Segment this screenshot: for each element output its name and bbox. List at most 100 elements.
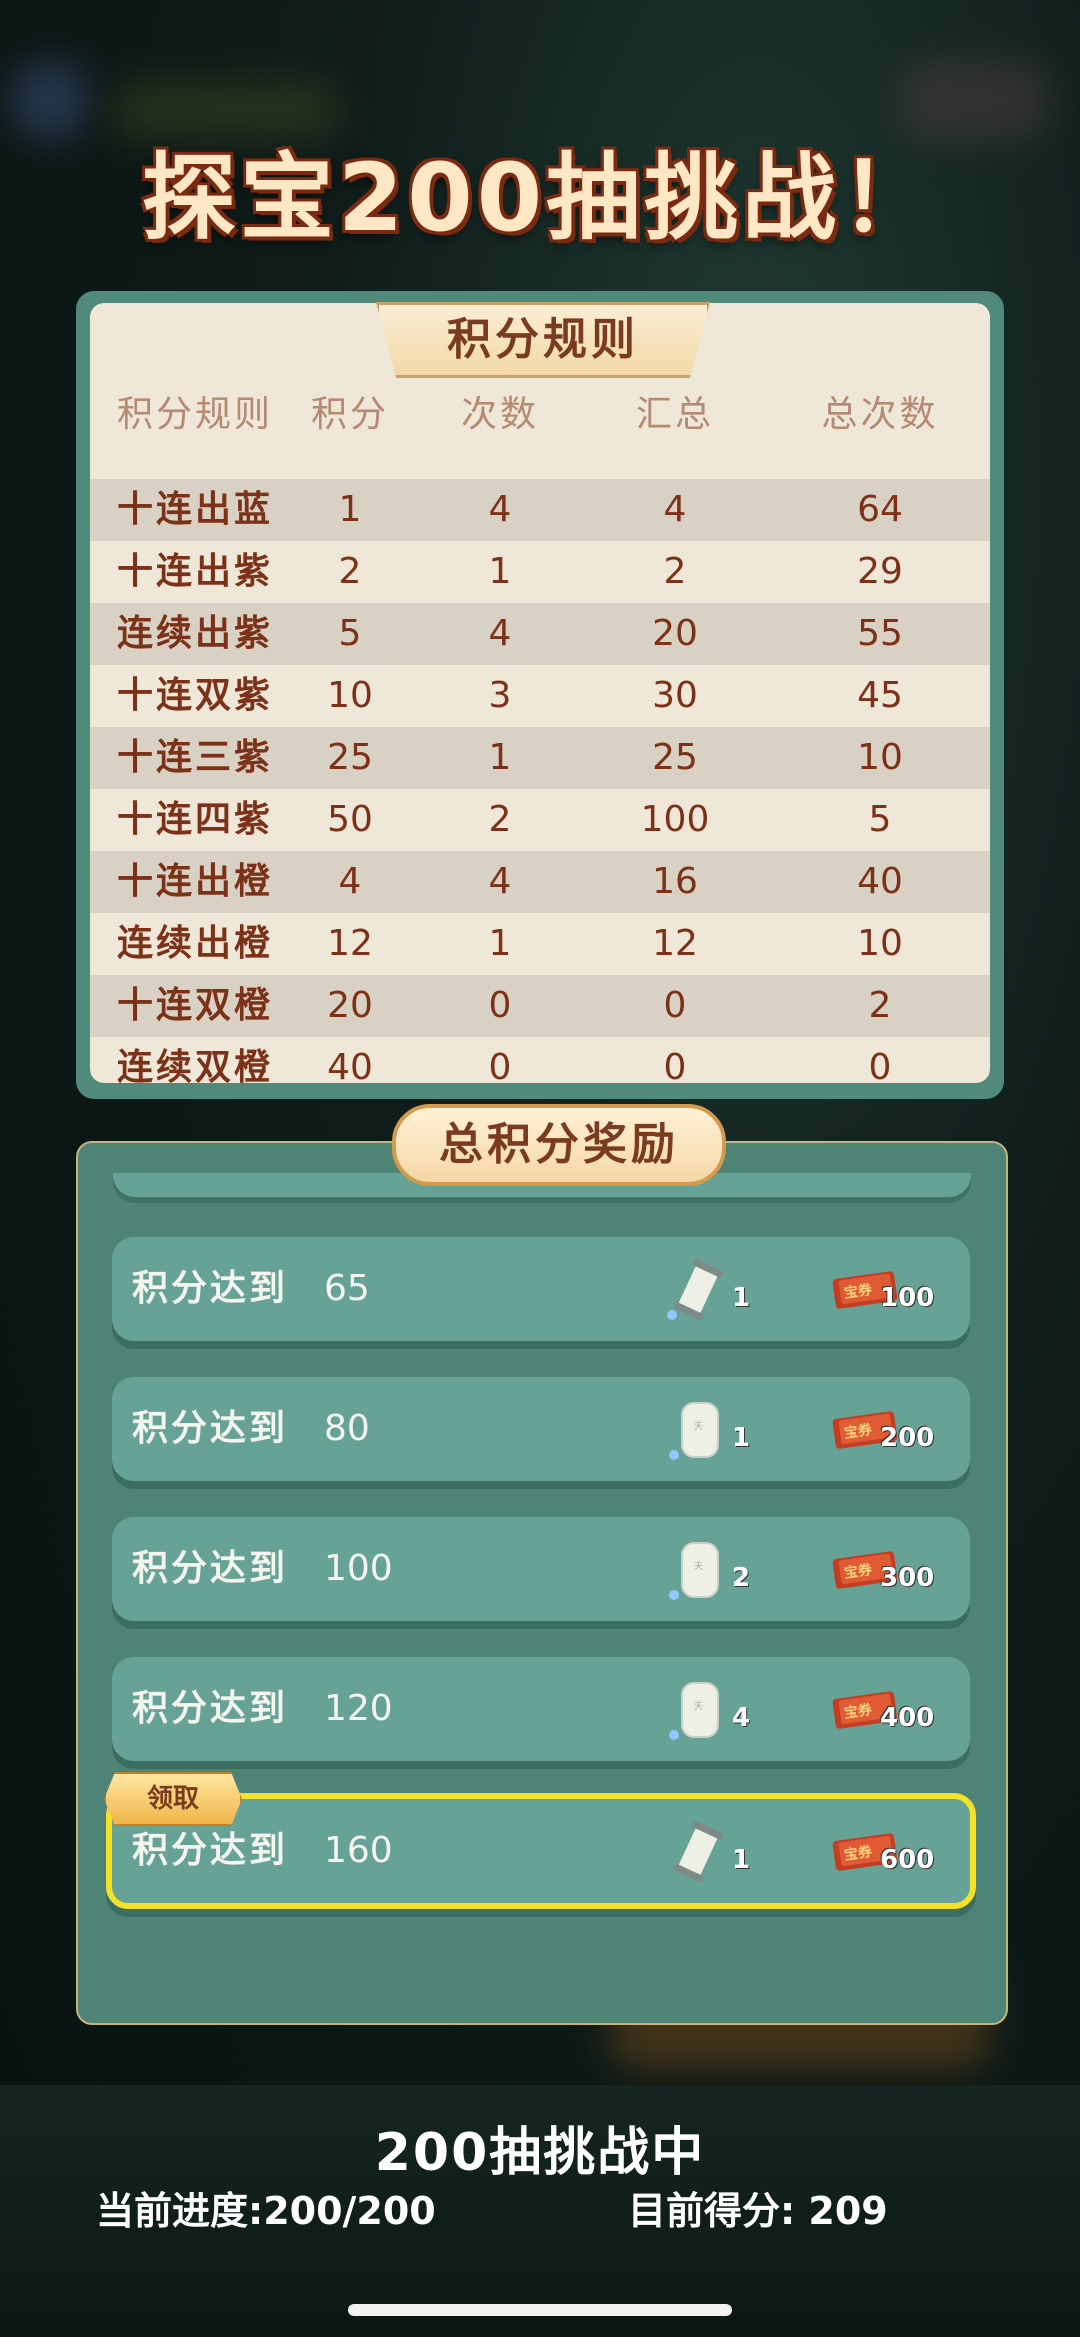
item-qty: 1	[732, 1845, 751, 1875]
rule-sum: 100	[640, 799, 710, 840]
rule-name: 十连四紫	[116, 799, 273, 840]
rule-sum: 2	[663, 551, 687, 592]
reward-label: 积分达到	[132, 1548, 289, 1589]
table-row: 连续双橙 40 0 0 0	[90, 1037, 990, 1083]
rule-sum: 0	[663, 985, 687, 1026]
rule-count: 1	[488, 923, 512, 964]
rule-points: 10	[327, 675, 373, 716]
rules-panel: 积分规则 积分 次数 汇总 总次数 十连出蓝 1 4 4 64 十连出紫 2 1…	[76, 291, 1004, 1099]
table-row: 连续出紫 5 4 20 55	[90, 603, 990, 665]
rule-total: 2	[868, 985, 892, 1026]
rule-sum: 30	[652, 675, 698, 716]
rule-total: 10	[857, 923, 903, 964]
svg-text:天: 天	[694, 1562, 703, 1572]
rule-count: 0	[488, 985, 512, 1026]
item-qty: 1	[732, 1423, 751, 1453]
reward-label: 积分达到	[132, 1688, 289, 1729]
rule-points: 50	[327, 799, 373, 840]
table-row: 十连四紫 50 2 100 5	[90, 789, 990, 851]
rule-points: 1	[338, 489, 362, 530]
rule-count: 1	[488, 551, 512, 592]
reward-label: 积分达到	[132, 1408, 289, 1449]
home-indicator[interactable]	[348, 2304, 732, 2316]
rule-name: 十连出紫	[116, 551, 273, 592]
rule-total: 10	[857, 737, 903, 778]
table-row: 十连双紫 10 3 30 45	[90, 665, 990, 727]
jade-tablet-icon: 天	[669, 1542, 719, 1600]
rule-name: 十连出蓝	[116, 489, 273, 530]
rule-total: 29	[857, 551, 903, 592]
rule-total: 40	[857, 861, 903, 902]
rule-count: 0	[488, 1047, 512, 1083]
rule-sum: 16	[652, 861, 698, 902]
rules-table-header: 积分规则 积分 次数 汇总 总次数	[90, 385, 990, 445]
rule-count: 2	[488, 799, 512, 840]
rule-name: 十连出橙	[116, 861, 273, 902]
rule-points: 20	[327, 985, 373, 1026]
rule-count: 3	[488, 675, 512, 716]
reward-threshold: 80	[324, 1408, 370, 1449]
rule-total: 0	[868, 1047, 892, 1083]
item-qty: 4	[732, 1703, 751, 1733]
rule-points: 4	[338, 861, 362, 902]
rules-tab-label: 积分规则	[376, 302, 710, 378]
table-row: 十连三紫 25 1 25 10	[90, 727, 990, 789]
header-total-count: 总次数	[821, 394, 939, 435]
reward-row-80[interactable]: 积分达到 80 天 1 宝券 200	[112, 1377, 970, 1481]
rule-name: 十连双紫	[116, 675, 273, 716]
jade-tablet-icon: 天	[669, 1402, 719, 1460]
rule-total: 5	[868, 799, 892, 840]
header-count: 次数	[460, 394, 539, 435]
item-qty: 2	[732, 1563, 751, 1593]
rule-total: 64	[857, 489, 903, 530]
rule-points: 2	[338, 551, 362, 592]
rule-name: 连续出紫	[116, 613, 273, 654]
header-rule: 积分规则	[116, 394, 273, 435]
rule-name: 十连双橙	[116, 985, 273, 1026]
coupon-qty: 300	[880, 1563, 935, 1593]
rule-points: 40	[327, 1047, 373, 1083]
coupon-qty: 100	[880, 1283, 935, 1313]
table-row: 十连出蓝 1 4 4 64	[90, 479, 990, 541]
coupon-qty: 200	[880, 1423, 935, 1453]
reward-threshold: 100	[324, 1548, 393, 1589]
rewards-panel[interactable]: 积分达到 65 1 宝券 100 积分达到 80 天 1 宝券 200 积分达到…	[76, 1141, 1008, 2025]
rule-name: 连续出橙	[116, 923, 273, 964]
rule-sum: 0	[663, 1047, 687, 1083]
rule-points: 5	[338, 613, 362, 654]
rule-count: 4	[488, 861, 512, 902]
reward-row-65[interactable]: 积分达到 65 1 宝券 100	[112, 1237, 970, 1341]
rule-name: 十连三紫	[116, 737, 273, 778]
progress-text: 当前进度:200/200	[96, 2189, 436, 2233]
rule-count: 4	[488, 489, 512, 530]
page-title: 探宝200抽挑战！	[141, 144, 939, 253]
rules-table[interactable]: 积分规则 积分 次数 汇总 总次数 十连出蓝 1 4 4 64 十连出紫 2 1…	[90, 303, 990, 1083]
rule-sum: 4	[663, 489, 687, 530]
scroll-icon	[667, 1259, 724, 1320]
table-row: 十连双橙 20 0 0 2	[90, 975, 990, 1037]
reward-threshold: 160	[324, 1830, 393, 1871]
reward-label: 积分达到	[132, 1268, 289, 1309]
table-row: 十连出紫 2 1 2 29	[90, 541, 990, 603]
reward-row-100[interactable]: 积分达到 100 天 2 宝券 300	[112, 1517, 970, 1621]
score-text: 目前得分: 209	[628, 2189, 888, 2233]
svg-text:天: 天	[694, 1422, 703, 1432]
rule-sum: 12	[652, 923, 698, 964]
reward-threshold: 65	[324, 1268, 370, 1309]
rule-sum: 25	[652, 737, 698, 778]
challenge-status: 200抽挑战中	[374, 2123, 706, 2183]
claim-button[interactable]: 领取	[104, 1772, 242, 1826]
jade-tablet-icon: 天	[669, 1682, 719, 1740]
rule-points: 12	[327, 923, 373, 964]
rule-count: 1	[488, 737, 512, 778]
coupon-qty: 400	[880, 1703, 935, 1733]
table-row: 连续出橙 12 1 12 10	[90, 913, 990, 975]
reward-threshold: 120	[324, 1688, 393, 1729]
rule-sum: 20	[652, 613, 698, 654]
header-points: 积分	[310, 394, 389, 435]
scroll-icon	[673, 1821, 724, 1882]
rewards-tab-label: 总积分奖励	[392, 1104, 726, 1186]
coupon-qty: 600	[880, 1845, 935, 1875]
item-qty: 1	[732, 1283, 751, 1313]
reward-row-120[interactable]: 积分达到 120 天 4 宝券 400	[112, 1657, 970, 1761]
